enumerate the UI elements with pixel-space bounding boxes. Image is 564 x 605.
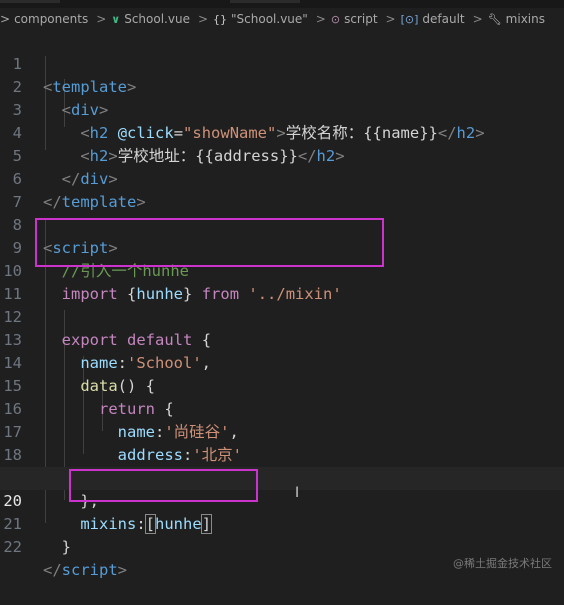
property-wrench-icon: 🔧︎ — [487, 12, 502, 26]
vue-file-icon: ∨ — [111, 12, 121, 26]
code-line[interactable]: 19 }, — [0, 444, 564, 510]
breadcrumb-item-script[interactable]: ⊙ script — [331, 12, 378, 26]
breadcrumb-lead: > — [0, 12, 10, 26]
breadcrumb-item-mixins[interactable]: 🔧︎ mixins — [488, 12, 545, 26]
module-icon: [⊙] — [400, 12, 419, 26]
highlight-box-mixins — [69, 469, 258, 502]
chevron-right-icon: > — [385, 12, 396, 26]
chevron-right-icon: > — [315, 12, 326, 26]
code-line[interactable]: 22 </script> — [0, 513, 564, 579]
code-line[interactable]: 8 <script> — [0, 191, 564, 257]
code-line[interactable]: 15 return { — [0, 352, 564, 418]
object-braces-icon: {} — [213, 12, 228, 26]
breadcrumb-item-object[interactable]: {} "School.vue" — [213, 12, 308, 26]
breadcrumb-label: mixins — [505, 12, 545, 26]
chevron-right-icon: > — [472, 12, 483, 26]
breadcrumb-label: script — [344, 12, 378, 26]
code-line[interactable]: 17 address:'北京' — [0, 398, 564, 464]
chevron-right-icon: > — [96, 12, 107, 26]
code-line[interactable]: 7 — [0, 168, 564, 211]
editor-tab-strip — [0, 0, 564, 8]
code-line[interactable]: 16 name:'尚硅谷', — [0, 375, 564, 441]
tag-name: script — [61, 561, 118, 579]
code-line[interactable]: 13 name:'School', — [0, 306, 564, 372]
code-line[interactable]: 4 <h2>学校地址：{{address}}</h2> — [0, 99, 564, 165]
watermark: @稀土掘金技术社区 — [453, 557, 552, 570]
breadcrumb-label: components — [14, 12, 89, 26]
code-editor[interactable]: 1 <template> 2 <div> 3 <h2 @click="showN… — [0, 30, 564, 579]
breadcrumb-item-components[interactable]: components — [14, 12, 88, 26]
code-line[interactable]: 14 data() { — [0, 329, 564, 395]
breadcrumb-item-file[interactable]: ∨ School.vue — [111, 12, 190, 26]
breadcrumb-label: "School.vue" — [231, 12, 308, 26]
line-content: </script> — [43, 561, 128, 579]
breadcrumb-item-default[interactable]: [⊙] default — [401, 12, 465, 26]
line-number: 22 — [3, 538, 22, 556]
breadcrumb-lead-chevron: > — [0, 12, 11, 26]
breadcrumb-label: School.vue — [124, 12, 190, 26]
chevron-right-icon: > — [197, 12, 209, 26]
code-line[interactable]: 18 } — [0, 421, 564, 487]
code-line[interactable]: 3 <h2 @click="showName">学校名称：{{name}}</h… — [0, 76, 564, 142]
text-cursor-icon: I — [295, 485, 300, 501]
code-line[interactable]: 6 </template> — [0, 145, 564, 211]
breadcrumb-label: default — [422, 12, 465, 26]
tab-peek — [230, 0, 300, 3]
element-icon: ⊙ — [330, 12, 341, 26]
code-line[interactable]: 2 <div> — [0, 53, 564, 119]
code-line[interactable]: 1 <template> — [0, 30, 564, 96]
line-content: } — [61, 538, 72, 556]
highlight-box-import — [35, 218, 384, 267]
breadcrumb: > components > ∨ School.vue > {} "School… — [0, 8, 564, 30]
code-line[interactable]: 12 export default { — [0, 283, 564, 349]
tab-peek — [0, 0, 60, 3]
code-line[interactable]: 5 </div> — [0, 122, 564, 188]
